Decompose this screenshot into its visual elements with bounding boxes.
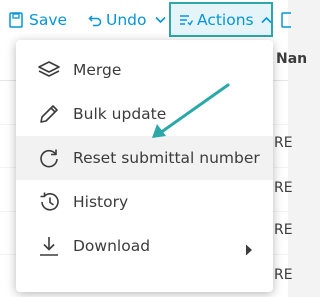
submenu-arrow-icon xyxy=(245,241,253,260)
menu-item-reset-submittal-number[interactable]: Reset submittal number xyxy=(16,136,273,180)
save-icon xyxy=(9,12,23,28)
table-cell: RE xyxy=(274,222,293,238)
reset-icon xyxy=(37,147,61,169)
menu-item-bulk-update[interactable]: Bulk update xyxy=(16,92,273,136)
actions-label: Actions xyxy=(197,10,254,29)
undo-button[interactable]: Undo xyxy=(88,0,166,40)
more-button[interactable] xyxy=(281,0,291,40)
save-label: Save xyxy=(29,11,68,29)
undo-label: Undo xyxy=(106,11,147,29)
menu-item-label: History xyxy=(73,193,129,211)
menu-item-download[interactable]: Download xyxy=(16,224,273,268)
toolbar: Save Undo Actions xyxy=(0,0,291,40)
menu-item-label: Reset submittal number xyxy=(73,149,260,167)
table-cell: RE xyxy=(274,180,293,196)
layers-icon xyxy=(37,59,61,81)
table-cell: RE xyxy=(274,267,293,283)
undo-icon xyxy=(88,13,102,27)
menu-item-label: Download xyxy=(73,237,151,255)
menu-item-label: Bulk update xyxy=(73,105,167,123)
actions-menu: Merge Bulk update Reset submittal number xyxy=(16,40,273,292)
chevron-up-icon xyxy=(261,16,272,24)
more-icon xyxy=(281,12,291,28)
menu-item-merge[interactable]: Merge xyxy=(16,48,273,92)
chevron-down-icon xyxy=(154,16,166,24)
list-icon xyxy=(179,14,193,26)
download-icon xyxy=(37,235,61,257)
pencil-icon xyxy=(37,103,61,125)
save-button[interactable]: Save xyxy=(9,0,67,40)
menu-item-history[interactable]: History xyxy=(16,180,273,224)
actions-button[interactable]: Actions xyxy=(169,2,273,37)
history-icon xyxy=(37,191,61,213)
column-header: Nan xyxy=(276,51,308,67)
menu-item-label: Merge xyxy=(73,61,122,79)
table-cell: RE xyxy=(274,135,293,151)
